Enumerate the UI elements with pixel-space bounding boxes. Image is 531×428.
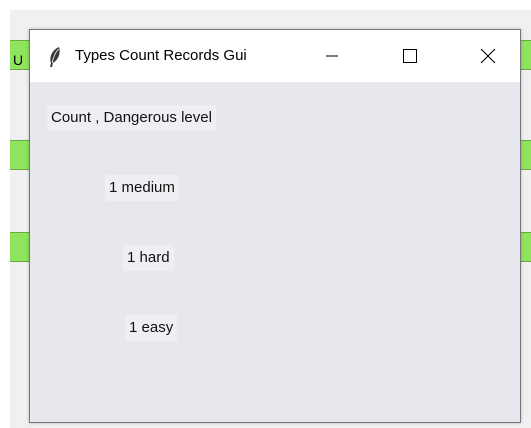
background-green-row bbox=[521, 232, 531, 262]
record-row-label: 1 medium bbox=[105, 175, 179, 201]
background-green-row bbox=[10, 232, 29, 262]
background-partial-label: U bbox=[13, 52, 24, 68]
feather-icon bbox=[50, 47, 60, 67]
background-green-row bbox=[521, 140, 531, 170]
window-titlebar[interactable]: Types Count Records Gui bbox=[30, 30, 520, 82]
record-row-label: 1 hard bbox=[123, 245, 174, 271]
record-row-label: 1 easy bbox=[125, 315, 178, 341]
background-green-row bbox=[521, 40, 531, 70]
close-button[interactable] bbox=[466, 30, 510, 82]
close-icon bbox=[480, 48, 496, 64]
minimize-button[interactable] bbox=[310, 30, 354, 82]
background-green-row bbox=[10, 140, 29, 170]
minimize-icon bbox=[326, 55, 338, 57]
header-label: Count , Dangerous level bbox=[47, 105, 216, 131]
window-title: Types Count Records Gui bbox=[75, 47, 247, 64]
maximize-icon bbox=[403, 49, 417, 63]
maximize-button[interactable] bbox=[388, 30, 432, 82]
types-count-window: Types Count Records Gui Count , Dangerou… bbox=[29, 29, 521, 423]
